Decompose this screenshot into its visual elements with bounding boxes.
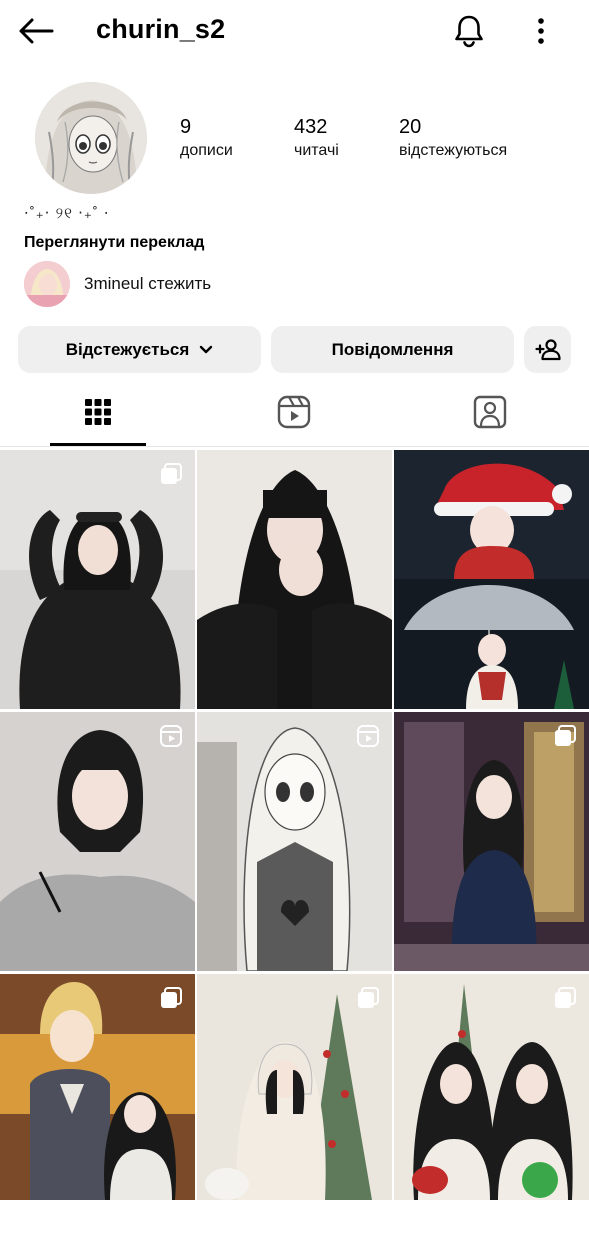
stat-followers[interactable]: 432 читачі: [294, 116, 339, 160]
stat-followers-count: 432: [294, 116, 328, 138]
follower-avatar: [24, 261, 70, 307]
stat-posts[interactable]: 9 дописи: [180, 116, 233, 160]
stat-following-count: 20: [399, 116, 422, 138]
tab-tagged[interactable]: [420, 380, 560, 444]
following-dropdown-button[interactable]: Відстежується: [18, 326, 261, 373]
followed-by-row[interactable]: 3mineul стежить: [24, 261, 211, 307]
carousel-icon: [358, 987, 379, 1008]
reels-icon: [277, 395, 311, 429]
stat-posts-label: дописи: [180, 142, 233, 159]
profile-username: churin_s2: [96, 14, 226, 44]
post-thumbnail[interactable]: [394, 450, 589, 709]
message-button-label: Повідомлення: [331, 339, 454, 359]
active-tab-indicator: [50, 443, 146, 446]
chevron-down-icon: [200, 345, 213, 353]
following-button-label: Відстежується: [65, 339, 190, 359]
see-translation-link[interactable]: Переглянути переклад: [24, 234, 204, 252]
post-thumbnail[interactable]: [0, 974, 195, 1233]
stat-following-label: відстежуються: [399, 142, 508, 159]
stat-followers-label: читачі: [294, 142, 339, 159]
follower-suffix: стежить: [143, 274, 212, 293]
back-button[interactable]: [14, 12, 58, 50]
post-image: [394, 450, 589, 709]
follower-name: 3mineul: [84, 274, 144, 293]
post-thumbnail[interactable]: [197, 450, 392, 709]
stat-following[interactable]: 20 відстежуються: [399, 116, 507, 160]
post-thumbnail[interactable]: [0, 450, 195, 709]
arrow-left-icon: [19, 18, 54, 44]
profile-avatar[interactable]: [35, 82, 147, 194]
post-image: [0, 450, 195, 709]
suggest-users-button[interactable]: [524, 326, 571, 373]
tab-reels[interactable]: [224, 380, 364, 444]
bell-icon: [455, 15, 483, 48]
top-bar: churin_s2: [0, 0, 589, 62]
carousel-icon: [555, 725, 576, 746]
post-thumbnail[interactable]: [394, 712, 589, 971]
post-thumbnail[interactable]: [197, 712, 392, 971]
post-thumbnail[interactable]: [0, 712, 195, 971]
more-options-button[interactable]: [524, 10, 558, 52]
tab-posts-grid[interactable]: [28, 380, 168, 444]
post-image: [0, 712, 195, 971]
post-image: [394, 974, 589, 1200]
post-image: [197, 974, 392, 1200]
post-thumbnail[interactable]: [197, 974, 392, 1233]
followed-by-text: 3mineul стежить: [84, 274, 211, 294]
post-thumbnail[interactable]: [394, 974, 589, 1233]
reel-icon: [160, 725, 182, 747]
carousel-icon: [161, 463, 182, 484]
reel-icon: [357, 725, 379, 747]
message-button[interactable]: Повідомлення: [271, 326, 514, 373]
post-image: [197, 712, 392, 971]
more-vertical-icon: [538, 18, 544, 44]
stat-posts-count: 9: [180, 116, 192, 138]
profile-bio: ⋅˚₊‧ ୨୧ ‧₊˚ ⋅: [24, 205, 110, 222]
notifications-button[interactable]: [448, 10, 490, 52]
profile-tabs: [0, 380, 589, 447]
add-person-icon: [534, 338, 561, 360]
carousel-icon: [555, 987, 576, 1008]
carousel-icon: [161, 987, 182, 1008]
grid-icon: [85, 399, 111, 425]
post-image: [394, 712, 589, 971]
manga-avatar-image: [35, 82, 147, 194]
post-image: [0, 974, 195, 1200]
tagged-icon: [473, 395, 507, 429]
post-image: [197, 450, 392, 709]
